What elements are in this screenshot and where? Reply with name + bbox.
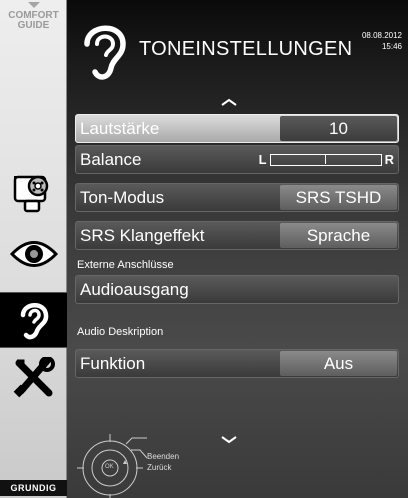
balance-left-label: L <box>258 152 267 167</box>
menu-row-audioausgang[interactable]: Audioausgang <box>75 275 399 304</box>
srs-value[interactable]: Sprache <box>280 223 397 248</box>
guide-label: GUIDE <box>17 20 50 31</box>
scroll-up-icon[interactable] <box>221 98 237 106</box>
sidebar-item-source[interactable] <box>0 164 67 220</box>
remote-control-icon <box>77 434 148 498</box>
balance-right-label: R <box>384 152 394 167</box>
audioausgang-label: Audioausgang <box>80 280 189 299</box>
menu-row-balance[interactable]: Balance L R <box>75 145 399 174</box>
balance-slider[interactable]: L R <box>259 152 394 167</box>
main-panel: TONEINSTELLUNGEN 08.08.2012 15:46 Lautst… <box>67 0 408 498</box>
menu-row-ton-modus[interactable]: Ton-Modus SRS TSHD <box>75 183 399 212</box>
sidebar: COMFORT GUIDE GRUNDIG <box>0 0 70 498</box>
balance-bar <box>269 153 382 166</box>
sidebar-item-tools[interactable] <box>0 350 67 406</box>
source-icon <box>13 175 48 213</box>
lautstaerke-value: 10 <box>280 116 397 141</box>
time-label: 15:46 <box>381 42 402 51</box>
beenden-label: Beenden <box>147 452 180 461</box>
funktion-value[interactable]: Aus <box>280 351 397 376</box>
menu-row-srs-klangeffekt[interactable]: SRS Klangeffekt Sprache <box>75 221 399 250</box>
brand-logo: GRUNDIG <box>0 480 67 496</box>
lautstaerke-label: Lautstärke <box>80 119 160 138</box>
date-label: 08.08.2012 <box>361 31 402 40</box>
sound-ear-icon <box>20 303 49 340</box>
ton-modus-label: Ton-Modus <box>80 188 165 207</box>
zurueck-label: Zurück <box>147 463 172 472</box>
picture-eye-icon <box>9 241 58 267</box>
ok-label: OK <box>105 464 114 470</box>
triangle-down-icon <box>27 2 40 8</box>
tools-icon <box>13 357 55 398</box>
balance-marker <box>324 154 327 164</box>
section-externe-anschluesse: Externe Anschlüsse <box>77 259 174 271</box>
balance-label: Balance <box>80 150 142 169</box>
menu-row-funktion[interactable]: Funktion Aus <box>75 349 399 378</box>
scroll-down-icon[interactable] <box>221 436 237 444</box>
funktion-label: Funktion <box>80 354 146 373</box>
sidebar-item-picture[interactable] <box>0 226 67 282</box>
page-title: TONEINSTELLUNGEN <box>139 38 353 60</box>
comfort-guide[interactable]: COMFORT GUIDE <box>0 2 67 31</box>
srs-label: SRS Klangeffekt <box>80 226 205 245</box>
ton-modus-value[interactable]: SRS TSHD <box>280 185 397 210</box>
sidebar-item-sound[interactable] <box>0 292 70 348</box>
datetime: 08.08.2012 15:46 <box>362 30 402 52</box>
section-audio-deskription: Audio Deskription <box>77 326 164 338</box>
ear-icon <box>84 25 126 80</box>
remote-legend: Beenden Zurück <box>147 451 179 473</box>
menu-row-lautstaerke[interactable]: Lautstärke 10 <box>75 114 399 143</box>
